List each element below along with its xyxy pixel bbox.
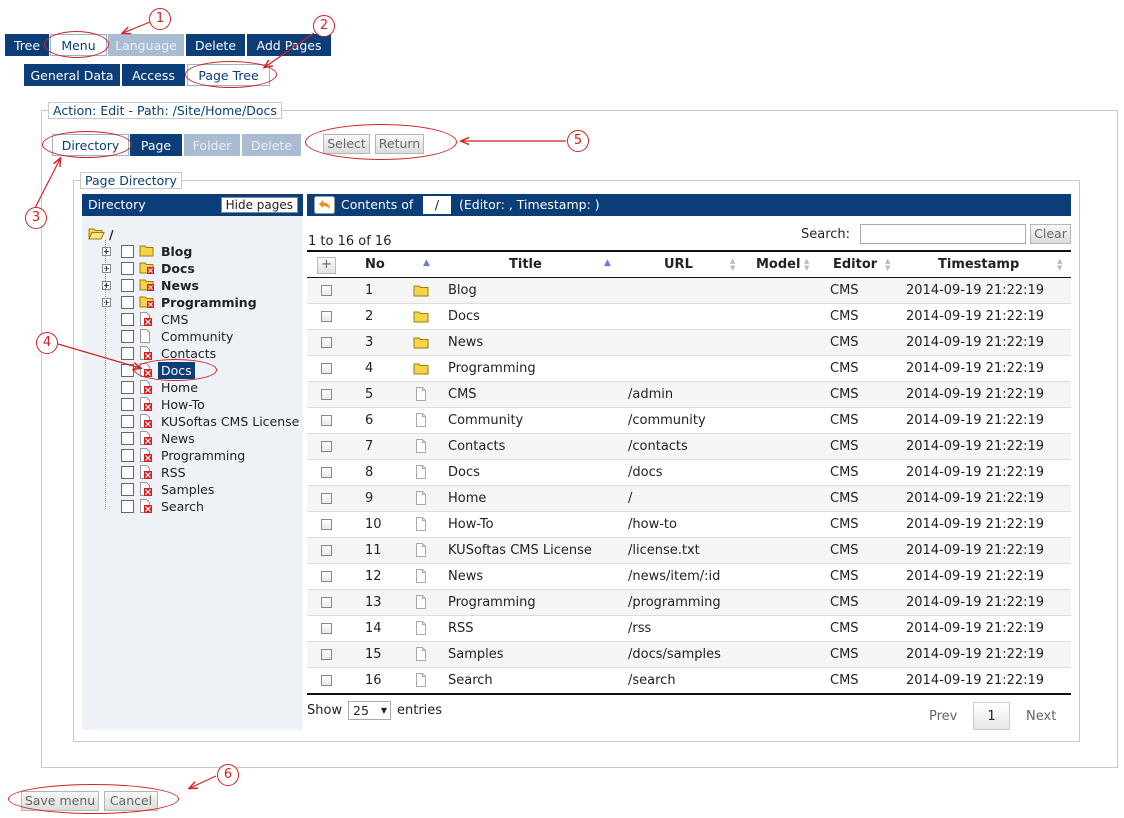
callout-3: 3 [25,207,47,229]
callout-6: 6 [217,764,239,786]
callout-4: 4 [36,332,58,354]
callout-2: 2 [313,15,335,37]
annotation-arrows [34,21,566,818]
callout-5: 5 [567,130,589,152]
callout-1: 1 [149,8,171,30]
